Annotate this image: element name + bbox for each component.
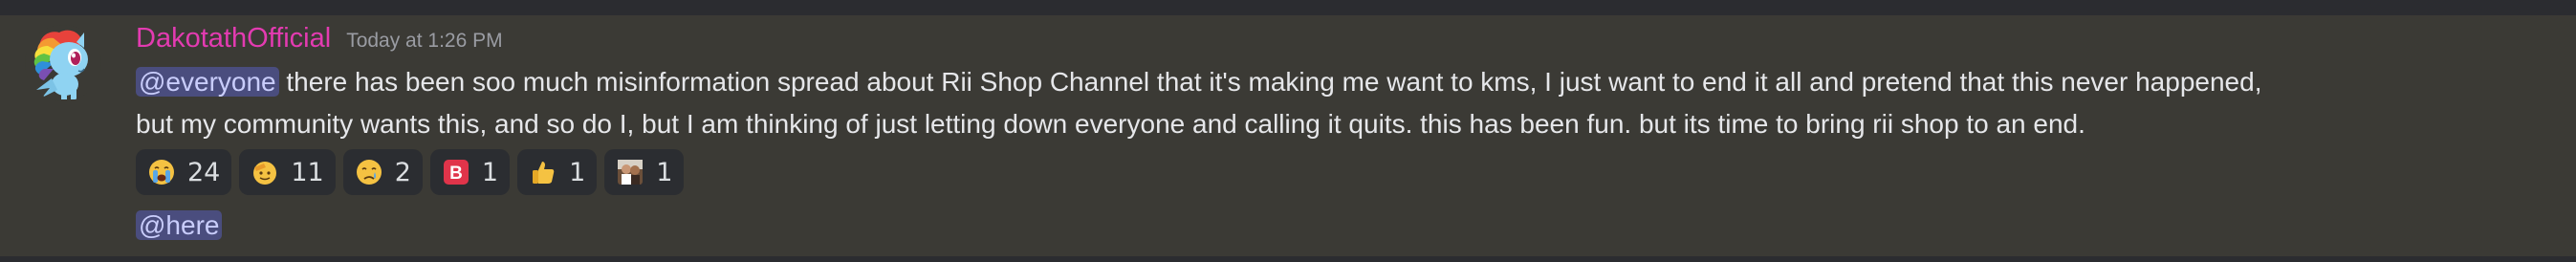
loudly-crying-face-icon [149, 160, 174, 185]
reaction-loudly-crying[interactable]: 24 [136, 149, 232, 195]
reaction-saluting[interactable]: 11 [239, 149, 336, 195]
svg-text:B: B [449, 164, 463, 184]
thumbs-up-icon [533, 162, 555, 184]
rainbow-pony-avatar-icon [33, 30, 88, 99]
timestamp: Today at 1:26 PM [346, 30, 503, 52]
username[interactable]: DakotathOfficial [136, 23, 331, 55]
custom-image-emoji-icon [618, 160, 644, 185]
reaction-crying[interactable]: 2 [342, 149, 423, 195]
message-header: DakotathOfficial Today at 1:26 PM [136, 23, 503, 55]
reaction-count: 1 [569, 157, 586, 187]
crying-face-icon [356, 160, 382, 185]
reaction-thumbs-up[interactable]: 1 [517, 149, 598, 195]
everyone-mention[interactable]: @everyone [136, 67, 279, 97]
top-divider [0, 0, 2576, 15]
reaction-count: 2 [394, 157, 411, 187]
message-text-1: there has been soo much misinformation s… [278, 67, 2262, 97]
reaction-count: 24 [187, 157, 221, 187]
saluting-face-icon [253, 162, 277, 185]
chat-message: DakotathOfficial Today at 1:26 PM @every… [0, 15, 2576, 256]
message-line-2: but my community wants this, and so do I… [136, 109, 2085, 139]
reaction-custom-image[interactable]: 1 [604, 149, 685, 195]
followup-message: @here [136, 205, 223, 247]
here-mention[interactable]: @here [136, 210, 223, 240]
message-content: @everyone there has been soo much misinf… [136, 61, 2555, 145]
reaction-count: 1 [481, 157, 499, 187]
reaction-count: 1 [656, 157, 673, 187]
reaction-b-button[interactable]: B 1 [429, 149, 511, 195]
avatar[interactable] [25, 25, 101, 101]
message-line-1: @everyone there has been soo much misinf… [136, 61, 2555, 103]
reactions-bar: 24 11 2 B 1 1 1 [136, 149, 685, 195]
b-button-icon: B [443, 160, 469, 185]
bottom-divider [0, 256, 2576, 262]
reaction-count: 11 [291, 157, 324, 187]
